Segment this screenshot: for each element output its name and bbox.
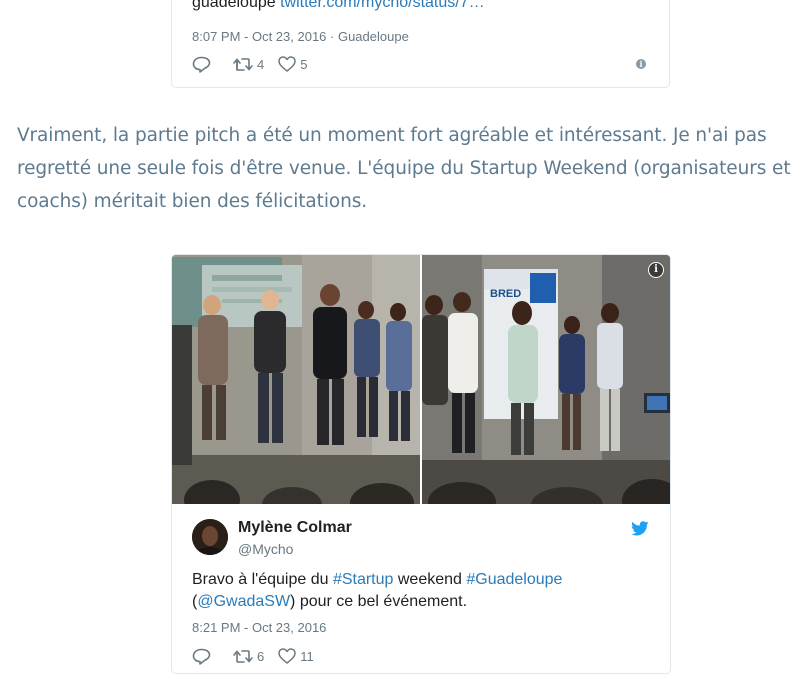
tweet-1-retweet-count: 4 xyxy=(257,56,265,72)
hashtag-startup-link[interactable]: #Startup xyxy=(333,571,393,588)
hashtag-guadeloupe-link[interactable]: #Guadeloupe xyxy=(466,571,562,588)
avatar-image xyxy=(192,519,228,555)
group-photo-right-image: BRED xyxy=(422,255,670,504)
tweet-2-timestamp[interactable]: 8:21 PM - Oct 23, 2016 xyxy=(192,620,326,635)
tweet-2-text-part: Bravo à l'équipe du xyxy=(192,571,333,588)
mention-gwadasw-link[interactable]: @GwadaSW xyxy=(197,593,290,610)
tweet-1-like-button[interactable]: 5 xyxy=(278,56,307,72)
info-icon[interactable]: i xyxy=(636,59,646,69)
tweet-1-link[interactable]: twitter.com/mycho/status/7… xyxy=(280,0,485,11)
retweet-icon xyxy=(233,649,253,663)
twitter-bird-icon[interactable] xyxy=(630,521,650,537)
retweet-icon xyxy=(233,57,253,71)
reply-icon xyxy=(192,648,211,665)
tweet-1-location[interactable]: Guadeloupe xyxy=(338,29,409,44)
tweet-2-reply-button[interactable] xyxy=(192,648,211,665)
tweet-1-text-prefix: guadeloupe xyxy=(192,0,281,11)
info-icon[interactable]: i xyxy=(648,262,664,278)
heart-icon xyxy=(278,648,296,664)
embedded-tweet-2[interactable]: BRED i Mylène Colmar @Mycho Bravo à l'éq… xyxy=(171,254,671,674)
tweet-1-text: guadeloupe twitter.com/mycho/status/7… xyxy=(192,0,485,14)
avatar[interactable] xyxy=(192,519,228,555)
tweet-2-actions: 6 11 xyxy=(192,646,328,666)
tweet-2-photo-right[interactable]: BRED i xyxy=(422,255,670,504)
tweet-2-text-part: weekend xyxy=(393,571,467,588)
tweet-1-meta: 8:07 PM - Oct 23, 2016 · Guadeloupe xyxy=(192,29,409,44)
author-name[interactable]: Mylène Colmar xyxy=(238,519,352,537)
bred-banner-text: BRED xyxy=(490,288,521,300)
tweet-2-photo-left[interactable] xyxy=(172,255,420,504)
group-photo-left-image xyxy=(172,255,420,504)
embedded-tweet-1[interactable]: guadeloupe twitter.com/mycho/status/7… 8… xyxy=(171,0,670,88)
author-handle[interactable]: @Mycho xyxy=(238,541,293,557)
tweet-2-text-part: ) pour ce bel événement. xyxy=(290,593,468,610)
tweet-2-retweet-button[interactable]: 6 xyxy=(233,649,264,664)
tweet-2-like-count: 11 xyxy=(300,648,314,664)
article-paragraph: Vraiment, la partie pitch a été un momen… xyxy=(17,125,791,212)
tweet-1-reply-button[interactable] xyxy=(192,56,211,73)
tweet-2-text: Bravo à l'équipe du #Startup weekend #Gu… xyxy=(192,569,652,613)
tweet-1-timestamp[interactable]: 8:07 PM - Oct 23, 2016 xyxy=(192,29,326,44)
tweet-1-retweet-button[interactable]: 4 xyxy=(233,57,264,72)
tweet-2-retweet-count: 6 xyxy=(257,648,265,664)
tweet-2-like-button[interactable]: 11 xyxy=(278,648,314,664)
tweet-1-actions: 4 5 xyxy=(192,54,321,74)
tweet-1-like-count: 5 xyxy=(300,56,308,72)
reply-icon xyxy=(192,56,211,73)
tweet-1-meta-separator: · xyxy=(326,29,338,44)
heart-icon xyxy=(278,56,296,72)
